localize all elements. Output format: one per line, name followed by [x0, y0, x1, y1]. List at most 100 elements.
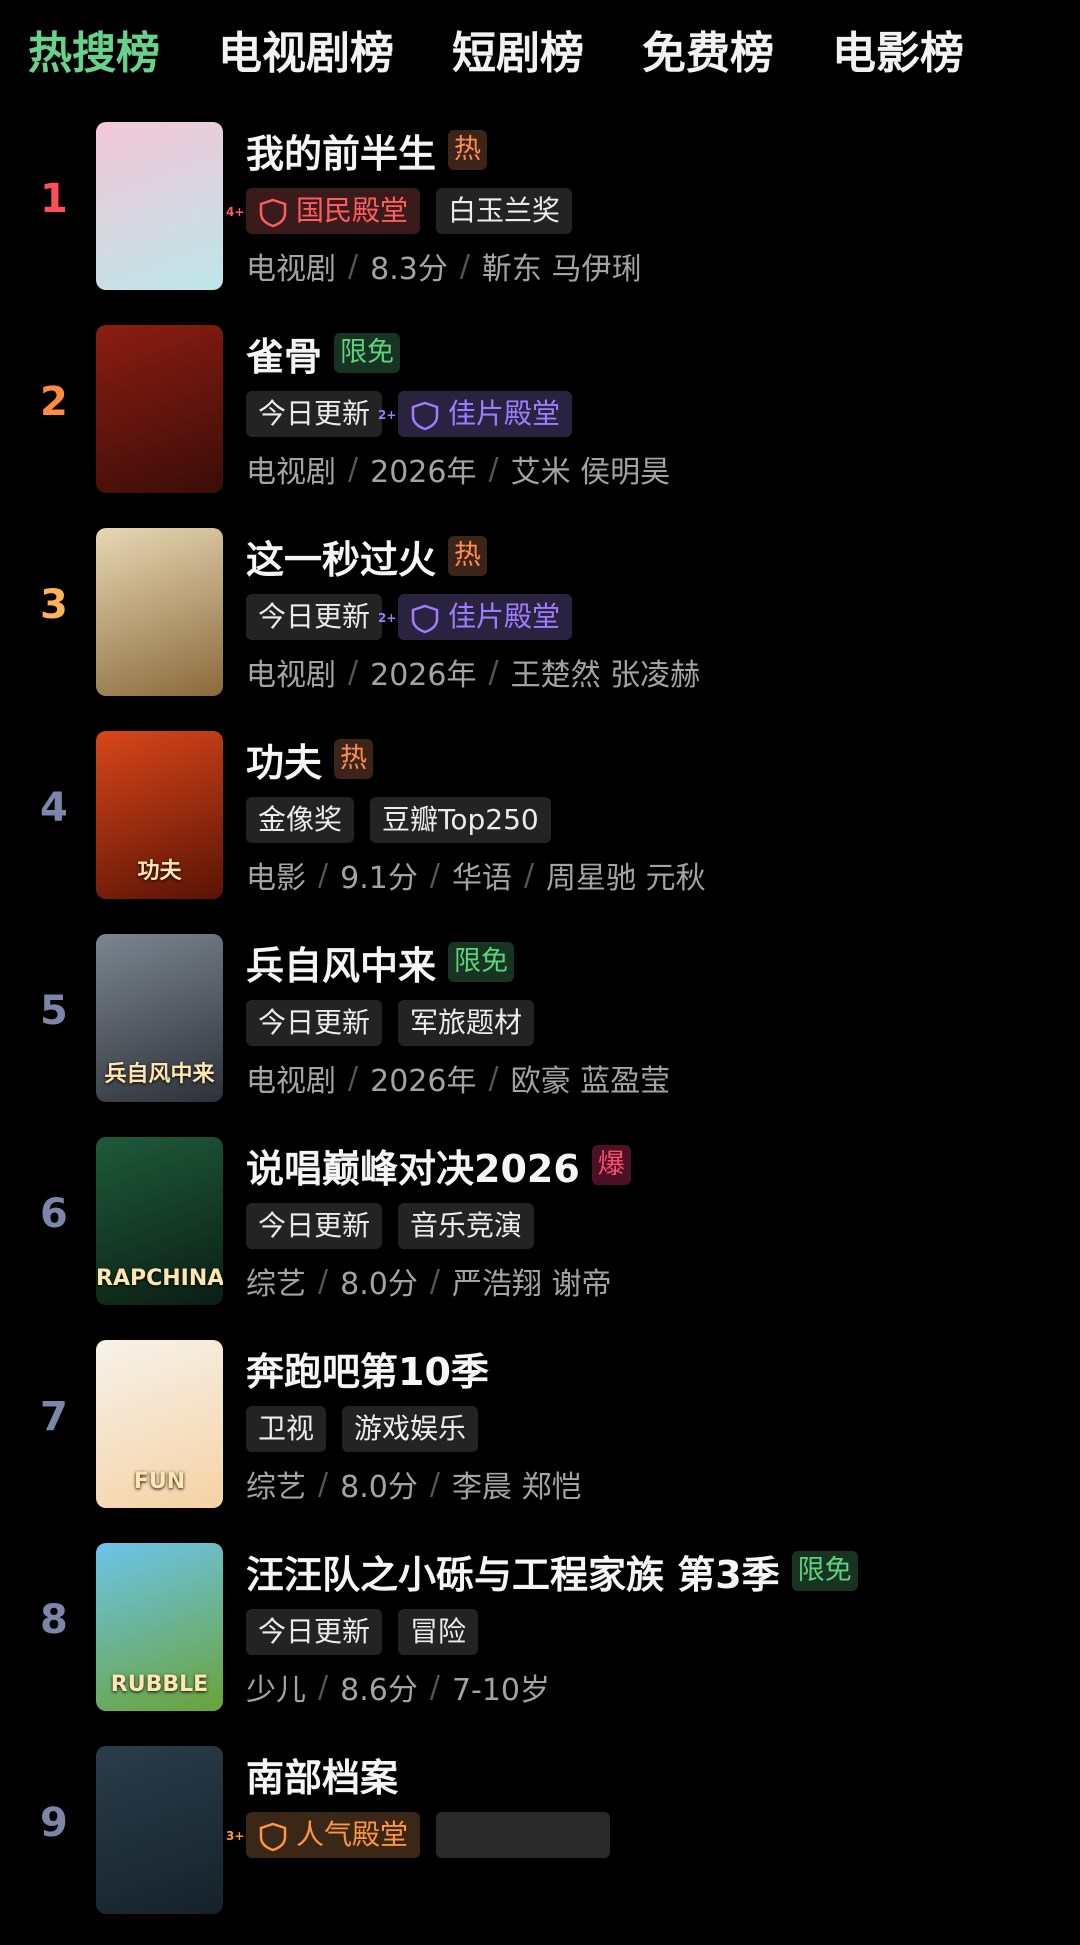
tag: 今日更新: [246, 1609, 383, 1655]
category-tabs: 热搜榜 电视剧榜 短剧榜 免费榜 电影榜: [28, 14, 1080, 84]
badge-level: 2+: [378, 610, 397, 625]
poster-text: RUBBLE: [110, 1672, 209, 1697]
tag: 音乐竞演: [398, 1203, 535, 1249]
badge-level: 2+: [378, 407, 397, 422]
tag-label: 今日更新: [258, 600, 371, 633]
poster-image[interactable]: RUBBLE: [96, 1543, 223, 1711]
item-title[interactable]: 奔跑吧第10季: [246, 1341, 489, 1396]
meta-separator: /: [459, 248, 470, 284]
meta-line: 综艺 / 8.0分 / 李晨 郑恺: [246, 1458, 1070, 1510]
list-item[interactable]: 7 FUN 奔跑吧第10季 卫视 游戏娱乐 综艺 / 8.0分 / 李晨 郑恺: [0, 1336, 1080, 1539]
tag-label: 白玉兰奖: [448, 194, 561, 227]
shield-icon: [258, 196, 288, 228]
list-item[interactable]: 9 南部档案 3+ 人气殿堂: [0, 1742, 1080, 1945]
tag-label: 军旅题材: [410, 1006, 523, 1039]
list-item[interactable]: 5 兵自风中来 兵自风中来 限免 今日更新 军旅题材 电视剧/2026年 / 欧豪 蓝盈莹: [0, 930, 1080, 1133]
list-item[interactable]: 1 我的前半生热 4+ 国民殿堂 白玉兰奖 电视剧 / 8.3分 / 靳东 马伊琍: [0, 118, 1080, 321]
poster-image[interactable]: 兵自风中来: [96, 934, 223, 1102]
meta-separator: /: [318, 1263, 329, 1299]
tag-label: 今日更新: [258, 1209, 371, 1242]
meta-separator: /: [348, 451, 359, 487]
tag-list: 3+ 人气殿堂: [226, 1806, 1070, 1864]
meta-value: 电视剧: [246, 455, 336, 490]
meta-separator: /: [488, 654, 499, 690]
poster-text: FUN: [133, 1469, 186, 1494]
list-item[interactable]: 6 RAPCHINA 说唱巅峰对决2026 爆今日更新 音乐竞演 综艺 / 8.0分 / 严浩翔 …: [0, 1133, 1080, 1336]
tag: 卫视: [246, 1406, 327, 1452]
item-title[interactable]: 兵自风中来: [246, 935, 436, 990]
item-title[interactable]: 这一秒过火: [246, 529, 436, 584]
meta-value: 电视剧: [246, 658, 336, 693]
tab-hot-search[interactable]: 热搜榜: [28, 17, 160, 81]
item-title[interactable]: 功夫: [246, 732, 322, 787]
shield-icon: [410, 399, 440, 431]
item-title[interactable]: 说唱巅峰对决2026: [246, 1138, 580, 1193]
meta-line: 电视剧 / 2026年 / 艾米 侯明昊: [246, 443, 1070, 495]
meta-separator: /: [523, 857, 535, 893]
meta-value: 艾米 侯明昊: [510, 455, 671, 490]
tag-label: 国民殿堂: [296, 194, 409, 227]
rank-number: 4: [40, 785, 68, 831]
meta-value: 2026年: [370, 455, 477, 490]
meta-line: 电视剧 / 2026年 / 王楚然 张凌赫: [246, 646, 1070, 698]
title-line: 兵自风中来 限免: [246, 930, 1070, 994]
title-line: 这一秒过火热: [246, 524, 1070, 588]
poster-image[interactable]: 功夫: [96, 731, 223, 899]
tag: 游戏娱乐: [342, 1406, 479, 1452]
item-title[interactable]: 汪汪队之小砾与工程家族 第3季: [246, 1544, 780, 1599]
status-badge: 限免: [791, 1551, 858, 1591]
poster-image[interactable]: [96, 1746, 223, 1914]
tag: 4+ 国民殿堂: [226, 188, 421, 234]
meta-line: 电视剧 / 8.3分 / 靳东 马伊琍: [246, 240, 1070, 292]
status-badge: 热: [334, 739, 374, 779]
tag-list: 今日更新 冒险: [246, 1603, 1070, 1661]
meta-value: 华语: [451, 861, 512, 896]
list-item[interactable]: 4 功夫 功夫热金像奖 豆瓣Top250 电影/9.1分 / 华语 / 周星驰 元秋: [0, 727, 1080, 930]
meta-value: 少儿: [246, 1673, 306, 1708]
tag-list: 金像奖 豆瓣Top250: [246, 791, 1070, 849]
meta-value: 8.0分: [340, 1470, 418, 1505]
ranking-list: 1 我的前半生热 4+ 国民殿堂 白玉兰奖 电视剧/8.3分 / 靳东 马伊琍 2 雀骨 限免 今日更…: [0, 118, 1080, 1945]
tag: 今日更新: [246, 391, 383, 437]
meta-value: 严浩翔 谢帝: [451, 1267, 612, 1302]
item-title[interactable]: 我的前半生: [246, 123, 436, 178]
poster-image[interactable]: [96, 528, 223, 696]
tag: 今日更新: [246, 1203, 383, 1249]
list-item[interactable]: 2 雀骨 限免 今日更新 2+ 佳片殿堂 电视剧 / 2026年 / 艾米 侯明昊: [0, 321, 1080, 524]
item-title[interactable]: 南部档案: [246, 1747, 398, 1802]
status-badge: 限免: [448, 942, 515, 982]
status-badge: 热: [448, 130, 488, 170]
poster-image[interactable]: FUN: [96, 1340, 223, 1508]
meta-value: 8.0分: [340, 1267, 418, 1302]
status-badge: 限免: [334, 333, 401, 373]
tab-short-drama[interactable]: 短剧榜: [452, 17, 584, 81]
tag: 今日更新: [246, 594, 383, 640]
tag: 2+ 佳片殿堂: [378, 391, 573, 437]
item-title[interactable]: 雀骨: [246, 326, 322, 381]
tab-movie[interactable]: 电影榜: [832, 17, 964, 81]
meta-value: 王楚然 张凌赫: [510, 658, 701, 693]
meta-line: 综艺 / 8.0分 / 严浩翔 谢帝: [246, 1255, 1070, 1307]
poster-text: 功夫: [137, 859, 182, 884]
tag-label: 豆瓣Top250: [382, 803, 539, 836]
meta-value: 7-10岁: [451, 1673, 551, 1708]
tab-free[interactable]: 免费榜: [642, 17, 774, 81]
title-line: 汪汪队之小砾与工程家族 第3季 限免: [246, 1539, 1070, 1603]
tag: 豆瓣Top250: [370, 797, 551, 843]
poster-image[interactable]: RAPCHINA: [96, 1137, 223, 1305]
meta-value: 欧豪 蓝盈莹: [510, 1064, 671, 1099]
meta-value: 周星驰 元秋: [546, 861, 706, 896]
meta-value: 电视剧: [246, 1064, 336, 1099]
meta-separator: /: [488, 451, 499, 487]
item-info: 南部档案 3+ 人气殿堂: [226, 1742, 1070, 1864]
tab-tv-series[interactable]: 电视剧榜: [218, 17, 394, 81]
tag: 军旅题材: [398, 1000, 535, 1046]
tag-label: 游戏娱乐: [354, 1412, 467, 1445]
item-info: 兵自风中来 限免 今日更新 军旅题材 电视剧 / 2026年 / 欧豪 蓝盈莹: [246, 930, 1070, 1104]
badge-level: 4+: [226, 204, 245, 219]
list-item[interactable]: 3 这一秒过火热今日更新 2+ 佳片殿堂 电视剧 / 2026年 / 王楚然 张凌赫: [0, 524, 1080, 727]
list-item[interactable]: 8 RUBBLE 汪汪队之小砾与工程家族 第3季 限免 今日更新 冒险 少儿 / 8.6分 / 7-…: [0, 1539, 1080, 1742]
tag-list: 卫视 游戏娱乐: [246, 1400, 1070, 1458]
poster-image[interactable]: [96, 325, 223, 493]
poster-image[interactable]: [96, 122, 223, 290]
